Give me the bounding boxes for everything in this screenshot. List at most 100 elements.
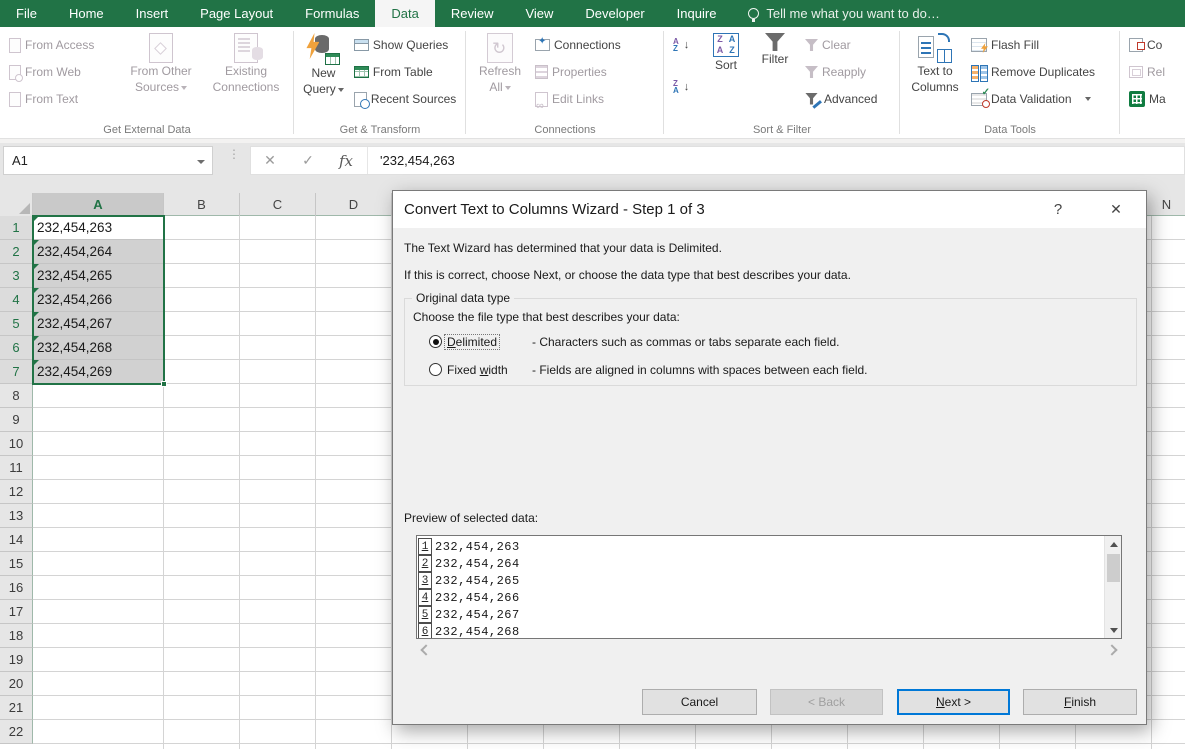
formula-bar-divider — [367, 147, 368, 174]
connections-button[interactable]: Connections — [532, 34, 658, 56]
filter-button[interactable]: Filter — [750, 30, 800, 120]
recent-sources-button[interactable]: Recent Sources — [351, 88, 460, 110]
row-header-1[interactable]: 1 — [0, 216, 33, 240]
cell-a5[interactable]: 232,454,267 — [33, 312, 164, 336]
cell-a4[interactable]: 232,454,266 — [33, 288, 164, 312]
fixed-width-radio-label[interactable]: Fixed width — [447, 363, 508, 377]
scroll-left-icon[interactable] — [420, 644, 432, 656]
select-all-corner[interactable] — [0, 193, 33, 216]
sort-button[interactable]: ZA AZ Sort — [702, 30, 750, 120]
cell-a6[interactable]: 232,454,268 — [33, 336, 164, 360]
preview-vertical-scrollbar[interactable] — [1104, 536, 1121, 638]
cell-a1[interactable]: 232,454,263 — [33, 216, 164, 240]
tab-insert[interactable]: Insert — [120, 0, 185, 27]
tab-developer[interactable]: Developer — [569, 0, 660, 27]
tab-file[interactable]: File — [0, 0, 53, 27]
tab-view[interactable]: View — [509, 0, 569, 27]
preview-row-number: 3 — [418, 572, 432, 589]
row-header-10[interactable]: 10 — [0, 432, 33, 456]
delimited-radio[interactable] — [429, 335, 442, 348]
row-header-8[interactable]: 8 — [0, 384, 33, 408]
row-header-5[interactable]: 5 — [0, 312, 33, 336]
manage-data-model-button[interactable]: Ma — [1126, 88, 1185, 110]
refresh-all-button: Refresh All — [470, 30, 530, 120]
row-header-12[interactable]: 12 — [0, 480, 33, 504]
column-header-n[interactable]: N — [1148, 193, 1185, 216]
row-header-17[interactable]: 17 — [0, 600, 33, 624]
column-header-a[interactable]: A — [33, 193, 164, 216]
tab-page-layout[interactable]: Page Layout — [184, 0, 289, 27]
scroll-down-icon[interactable] — [1105, 622, 1121, 638]
row-header-4[interactable]: 4 — [0, 288, 33, 312]
scroll-right-icon[interactable] — [1106, 644, 1118, 656]
new-query-button[interactable]: New Query — [298, 30, 349, 120]
tab-inquire[interactable]: Inquire — [661, 0, 733, 27]
row-header-16[interactable]: 16 — [0, 576, 33, 600]
row-header-19[interactable]: 19 — [0, 648, 33, 672]
row-header-7[interactable]: 7 — [0, 360, 33, 384]
tab-review[interactable]: Review — [435, 0, 510, 27]
name-box-caret-icon[interactable] — [197, 160, 205, 164]
flash-fill-button[interactable]: Flash Fill — [968, 34, 1114, 56]
column-header-b[interactable]: B — [164, 193, 240, 216]
delimited-radio-label[interactable]: Delimited — [443, 334, 501, 350]
cancel-button[interactable]: Cancel — [642, 689, 757, 715]
dropdown-caret-icon — [181, 85, 188, 90]
finish-button[interactable]: Finish — [1023, 689, 1137, 715]
show-queries-button[interactable]: Show Queries — [351, 34, 460, 56]
sort-z-to-a-button[interactable]: ZA ↓ — [670, 76, 700, 98]
row-header-9[interactable]: 9 — [0, 408, 33, 432]
insert-function-icon[interactable]: fx — [327, 152, 365, 170]
row-header-14[interactable]: 14 — [0, 528, 33, 552]
row-header-2[interactable]: 2 — [0, 240, 33, 264]
tab-formulas[interactable]: Formulas — [289, 0, 375, 27]
advanced-filter-button[interactable]: Advanced — [802, 88, 894, 110]
consolidate-button[interactable]: Co — [1126, 34, 1185, 56]
tab-data[interactable]: Data — [375, 0, 435, 27]
enter-entry-icon[interactable]: ✓ — [289, 152, 327, 169]
row-header-22[interactable]: 22 — [0, 720, 33, 744]
dialog-help-button[interactable]: ? — [1038, 191, 1078, 228]
row-header-20[interactable]: 20 — [0, 672, 33, 696]
data-validation-button[interactable]: Data Validation — [968, 87, 1114, 110]
cell-a2[interactable]: 232,454,264 — [33, 240, 164, 264]
from-other-sources-button: From Other Sources — [120, 30, 202, 120]
formula-bar-area: A1 ⋮ ✕ ✓ fx '232,454,263 — [0, 143, 1185, 193]
cell-a7[interactable]: 232,454,269 — [33, 360, 164, 384]
column-header-c[interactable]: C — [240, 193, 316, 216]
from-access-button: From Access — [6, 34, 118, 56]
row-header-6[interactable]: 6 — [0, 336, 33, 360]
remove-duplicates-button[interactable]: Remove Duplicates — [968, 61, 1114, 83]
row-header-3[interactable]: 3 — [0, 264, 33, 288]
from-table-button[interactable]: From Table — [351, 61, 460, 83]
connections-icon — [535, 36, 550, 51]
preview-horizontal-scrollbar[interactable] — [416, 643, 1122, 659]
scrollbar-thumb[interactable] — [1107, 554, 1120, 582]
dropdown-caret-icon — [504, 85, 511, 90]
row-header-13[interactable]: 13 — [0, 504, 33, 528]
dialog-close-icon[interactable]: ✕ — [1096, 191, 1136, 228]
next-button[interactable]: Next > — [897, 689, 1010, 715]
show-queries-icon — [353, 39, 369, 51]
group-data-tools: Text to Columns Flash Fill Remove Duplic… — [900, 27, 1120, 138]
group-connections: Refresh All Connections Properties Edit … — [466, 27, 664, 138]
row-header-15[interactable]: 15 — [0, 552, 33, 576]
row-header-11[interactable]: 11 — [0, 456, 33, 480]
cell-a3[interactable]: 232,454,265 — [33, 264, 164, 288]
cancel-entry-icon[interactable]: ✕ — [251, 152, 289, 169]
tab-home[interactable]: Home — [53, 0, 120, 27]
group-get-transform: New Query Show Queries From Table Recent… — [294, 27, 466, 138]
formula-bar-content[interactable]: '232,454,263 — [370, 153, 455, 168]
tell-me-box[interactable]: Tell me what you want to do… — [738, 0, 949, 27]
formula-bar-resizer[interactable]: ⋮ — [228, 148, 240, 160]
name-box[interactable]: A1 — [3, 146, 213, 175]
sort-a-to-z-button[interactable]: AZ ↓ — [670, 34, 700, 56]
dialog-title-bar[interactable]: Convert Text to Columns Wizard - Step 1 … — [393, 191, 1146, 228]
scroll-up-icon[interactable] — [1105, 536, 1121, 552]
refresh-all-icon — [487, 33, 513, 63]
text-to-columns-button[interactable]: Text to Columns — [904, 30, 966, 120]
fixed-width-radio[interactable] — [429, 363, 442, 376]
column-header-d[interactable]: D — [316, 193, 392, 216]
row-header-18[interactable]: 18 — [0, 624, 33, 648]
row-header-21[interactable]: 21 — [0, 696, 33, 720]
